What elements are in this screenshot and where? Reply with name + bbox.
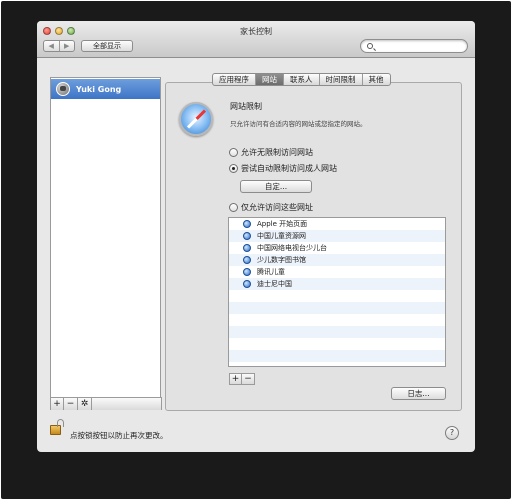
tab-applications[interactable]: 应用程序 <box>213 74 255 85</box>
lock-message: 点按锁按钮以防止再次更改。 <box>70 431 168 440</box>
list-item[interactable]: 少儿数字图书馆 <box>229 254 445 266</box>
site-label: 迪士尼中国 <box>257 280 292 288</box>
gear-icon[interactable]: ✲ <box>78 398 92 410</box>
option-allow-only-label: 仅允许访问这些网址 <box>241 203 313 212</box>
window-content: Yuki Gong + − ✲ 应用程序 网站 联系人 时间限制 其他 网站限制… <box>37 21 475 452</box>
add-user-button[interactable]: + <box>50 398 64 410</box>
user-row-yuki-gong[interactable]: Yuki Gong <box>51 79 160 99</box>
user-list-toolbar: + − ✲ <box>50 397 162 410</box>
tab-other[interactable]: 其他 <box>361 74 390 85</box>
globe-icon <box>243 232 251 240</box>
list-item[interactable]: 中国儿童资源网 <box>229 230 445 242</box>
site-label: Apple 开始页面 <box>257 220 308 228</box>
globe-icon <box>243 280 251 288</box>
section-description: 只允许访问有合适内容的网站或您指定的网站。 <box>230 120 367 128</box>
tab-contacts[interactable]: 联系人 <box>283 74 319 85</box>
globe-icon <box>243 268 251 276</box>
user-name: Yuki Gong <box>76 84 122 94</box>
option-allow-only[interactable]: 仅允许访问这些网址 <box>229 202 313 213</box>
avatar <box>56 82 70 96</box>
option-limit-adult[interactable]: 尝试自动限制访问成人网站 <box>229 163 337 174</box>
radio-unrestricted[interactable] <box>229 148 238 157</box>
tab-bar: 应用程序 网站 联系人 时间限制 其他 <box>212 73 391 86</box>
allowed-sites-list[interactable]: Apple 开始页面 中国儿童资源网 中国网络电视台少儿台 少儿数字图书馆 腾讯… <box>228 217 446 367</box>
section-title: 网站限制 <box>230 102 262 111</box>
list-item[interactable]: 腾讯儿童 <box>229 266 445 278</box>
site-label: 中国网络电视台少儿台 <box>257 244 327 252</box>
site-label: 中国儿童资源网 <box>257 232 306 240</box>
list-item[interactable]: 中国网络电视台少儿台 <box>229 242 445 254</box>
lock-icon[interactable] <box>50 425 61 435</box>
option-unrestricted-label: 允许无限制访问网站 <box>241 148 313 157</box>
globe-icon <box>243 244 251 252</box>
toolbar-filler <box>92 398 162 410</box>
globe-icon <box>243 256 251 264</box>
help-button[interactable]: ? <box>445 426 459 440</box>
log-button[interactable]: 日志... <box>391 387 446 400</box>
list-item[interactable]: 迪士尼中国 <box>229 278 445 290</box>
radio-allow-only[interactable] <box>229 203 238 212</box>
safari-compass-icon <box>179 102 213 136</box>
radio-limit-adult[interactable] <box>229 164 238 173</box>
globe-icon <box>243 220 251 228</box>
option-unrestricted[interactable]: 允许无限制访问网站 <box>229 147 313 158</box>
tab-websites[interactable]: 网站 <box>255 74 283 85</box>
site-label: 腾讯儿童 <box>257 268 285 276</box>
customize-button[interactable]: 自定... <box>240 180 312 193</box>
option-limit-adult-label: 尝试自动限制访问成人网站 <box>241 164 337 173</box>
remove-site-button[interactable]: − <box>242 373 255 385</box>
remove-user-button[interactable]: − <box>64 398 78 410</box>
tab-time-limits[interactable]: 时间限制 <box>318 74 362 85</box>
site-label: 少儿数字图书馆 <box>257 256 306 264</box>
add-site-button[interactable]: + <box>229 373 242 385</box>
site-list-toolbar: + − <box>229 373 255 385</box>
list-item[interactable]: Apple 开始页面 <box>229 218 445 230</box>
user-list[interactable]: Yuki Gong <box>50 77 161 410</box>
